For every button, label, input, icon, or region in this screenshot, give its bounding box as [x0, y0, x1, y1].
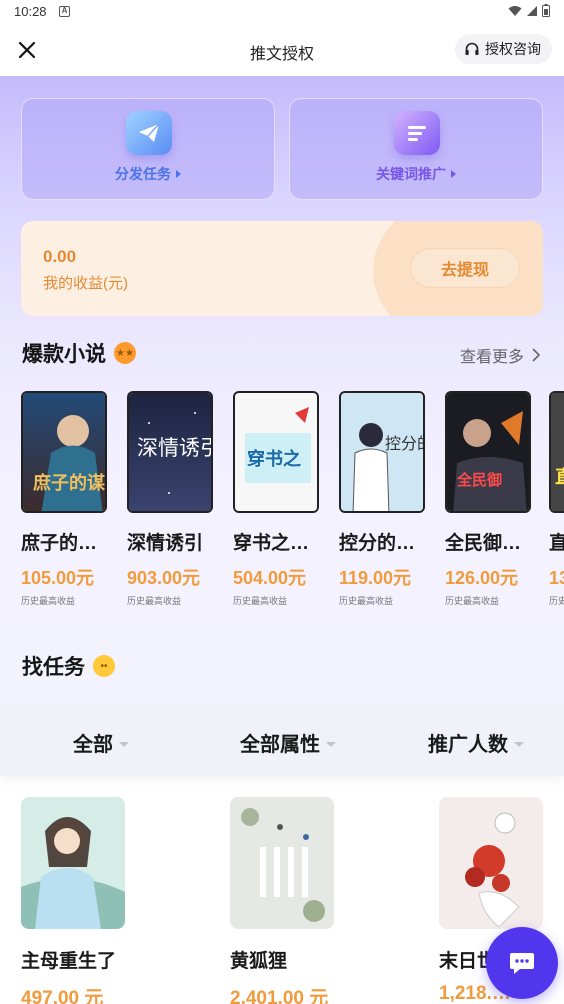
novel-earnings-caption: 历史最高收益 — [445, 596, 500, 606]
task-title: 主母重生了 — [21, 951, 117, 972]
filter-attributes[interactable]: 全部属性 — [240, 728, 336, 757]
consult-label: 授权咨询 — [485, 41, 541, 57]
novel-cover: 直 — [549, 391, 564, 513]
withdraw-button[interactable]: 去提现 — [410, 248, 520, 288]
notification-icon: A — [59, 6, 70, 17]
caret-down-icon — [326, 741, 336, 747]
novel-earnings: 903.00元 — [127, 568, 201, 588]
novel-cover: 全民御 — [445, 391, 531, 513]
hot-novels-title: 爆款小说 — [22, 343, 106, 366]
filter-all[interactable]: 全部 — [73, 728, 129, 757]
earnings-label: 我的收益(元) — [43, 275, 128, 292]
keyword-promotion-label: 关键词推广 — [290, 164, 542, 184]
novel-title: 深情诱引 — [127, 533, 204, 554]
filter-bar: 全部 全部属性 推广人数 — [0, 704, 564, 776]
task-cover — [21, 797, 125, 929]
novel-card[interactable]: 穿书之 穿书之… 504.00元 历史最高收益 — [233, 391, 325, 607]
novel-cover-text: 深情诱引 — [137, 436, 213, 460]
novel-earnings-caption: 历史最高收益 — [21, 596, 76, 606]
caret-down-icon — [119, 741, 129, 747]
novel-cover-text: 穿书之 — [247, 448, 301, 470]
novel-card[interactable]: 控分的我 控分的… 119.00元 历史最高收益 — [339, 391, 431, 607]
star-eyes-emoji-icon: ★★ — [114, 342, 136, 364]
chat-bubble-icon — [510, 953, 534, 974]
pleading-face-emoji-icon: •• — [93, 655, 115, 677]
find-tasks-title: 找任务 — [22, 656, 85, 679]
list-icon — [394, 111, 440, 155]
view-more-label: 查看更多 — [459, 349, 524, 366]
novel-earnings: 504.00元 — [233, 568, 307, 588]
novel-title: 全民御… — [445, 533, 522, 554]
novel-earnings: 119.00元 — [339, 568, 412, 588]
consult-button[interactable]: 授权咨询 — [455, 34, 552, 64]
view-more-link[interactable]: 查看更多 — [460, 343, 540, 367]
novel-cover: 深情诱引 — [127, 391, 213, 513]
novel-cover: 庶子的谋 — [21, 391, 107, 513]
novel-cover-text: 控分的我 — [385, 434, 425, 453]
task-earnings: 2,401.00 元 — [230, 988, 329, 1004]
find-tasks-heading: 找任务 •• — [22, 651, 115, 681]
caret-down-icon — [514, 741, 524, 747]
novel-earnings-caption: 历史最高收益 — [127, 596, 182, 606]
hot-novels-heading: 爆款小说 ★★ — [22, 338, 136, 368]
status-time: 10:28 — [14, 4, 47, 19]
task-cover — [439, 797, 543, 929]
earnings-card: 0.00 我的收益(元) 去提现 — [21, 221, 543, 316]
novel-earnings-caption: 历史最高收益 — [233, 596, 288, 606]
novel-title: 直… — [549, 533, 564, 554]
novel-title: 控分的… — [339, 533, 416, 554]
task-title: 黄狐狸 — [230, 951, 288, 972]
status-icons — [508, 4, 550, 17]
novel-cover-text: 庶子的谋 — [33, 472, 106, 494]
task-card[interactable]: 黄狐狸 2,401.00 元 — [230, 797, 380, 1004]
task-cover — [230, 797, 334, 929]
novel-earnings-caption: 历史最高收益 — [549, 596, 564, 606]
distribute-task-label: 分发任务 — [22, 164, 274, 184]
earnings-amount: 0.00 — [43, 247, 77, 266]
novel-earnings-caption: 历史最高收益 — [339, 596, 394, 606]
distribute-task-card[interactable]: 分发任务 — [21, 98, 275, 200]
novel-title: 庶子的… — [21, 533, 98, 554]
signal-icon — [527, 5, 537, 16]
filter-promoters[interactable]: 推广人数 — [428, 728, 524, 757]
task-earnings: 497.00 元 — [21, 988, 104, 1004]
keyword-promotion-card[interactable]: 关键词推广 — [289, 98, 543, 200]
wifi-icon — [508, 5, 522, 16]
novel-cover-text: 全民御 — [456, 471, 502, 489]
headset-icon — [465, 42, 479, 55]
status-bar: 10:28 A — [0, 0, 564, 24]
novel-card[interactable]: 直 直… 13…元 历史最高收益 — [549, 391, 564, 607]
task-card[interactable]: 主母重生了 497.00 元 — [21, 797, 171, 1004]
novel-cover-text: 直 — [555, 466, 564, 488]
chat-button[interactable] — [486, 927, 558, 999]
novel-earnings: 105.00元 — [21, 568, 95, 588]
novel-card[interactable]: 深情诱引 深情诱引 903.00元 历史最高收益 — [127, 391, 219, 607]
novel-card[interactable]: 全民御 全民御… 126.00元 历史最高收益 — [445, 391, 537, 607]
novel-cover: 控分的我 — [339, 391, 425, 513]
paper-plane-icon — [126, 111, 172, 155]
top-bar: 推文授权 授权咨询 — [0, 24, 564, 76]
chevron-right-icon — [532, 348, 540, 362]
novel-earnings: 13…元 — [549, 568, 564, 588]
battery-icon — [542, 4, 550, 17]
novel-card[interactable]: 庶子的谋 庶子的… 105.00元 历史最高收益 — [21, 391, 113, 607]
novel-earnings: 126.00元 — [445, 568, 519, 588]
novel-cover: 穿书之 — [233, 391, 319, 513]
novel-title: 穿书之… — [233, 533, 310, 554]
